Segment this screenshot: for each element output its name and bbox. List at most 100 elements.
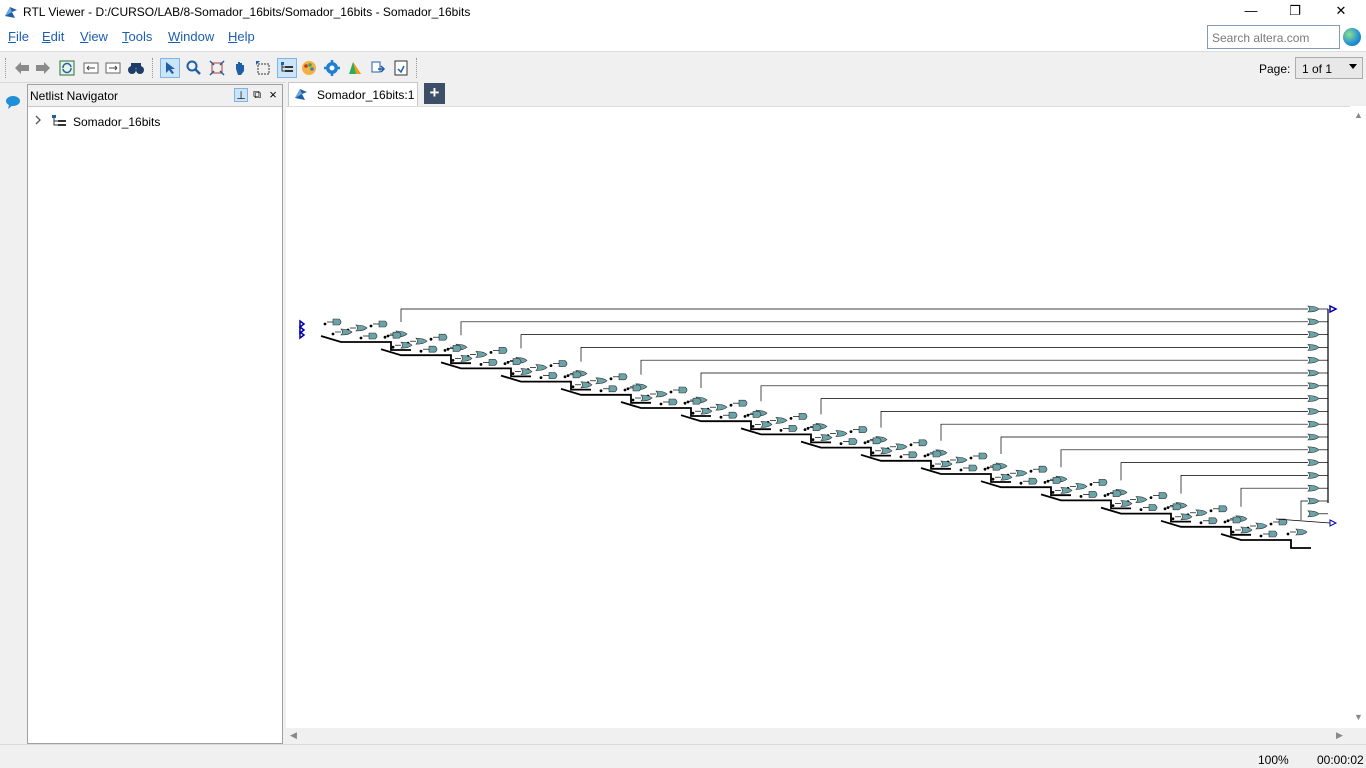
and-gate[interactable] [1232, 516, 1242, 524]
and-gate[interactable] [392, 331, 402, 339]
junction-dot[interactable] [359, 336, 363, 340]
junction-dot[interactable] [959, 468, 963, 472]
junction-dot[interactable] [323, 322, 327, 326]
output-xor-gate[interactable] [1307, 344, 1320, 351]
sum-wire[interactable] [1000, 436, 1308, 454]
xor-gate[interactable] [955, 456, 968, 464]
and-gate[interactable] [1098, 479, 1108, 486]
and-gate[interactable] [1148, 504, 1158, 511]
xor-gate[interactable] [835, 430, 848, 437]
settings-icon[interactable] [322, 58, 342, 78]
input-port[interactable] [299, 330, 306, 340]
junction-dot[interactable] [539, 376, 543, 379]
xor-gate[interactable] [1240, 526, 1253, 534]
xor-gate[interactable] [655, 390, 668, 398]
and-gate[interactable] [728, 411, 738, 419]
sum-wire[interactable] [1300, 500, 1308, 520]
minimize-button[interactable]: — [1228, 0, 1274, 22]
junction-dot[interactable] [1163, 507, 1167, 511]
junction-dot[interactable] [443, 349, 447, 352]
menu-file[interactable]: File [8, 29, 29, 44]
and-gate[interactable] [968, 464, 978, 472]
maximize-button[interactable]: ❐ [1272, 0, 1318, 22]
colors-icon[interactable] [299, 58, 319, 78]
and-gate[interactable] [788, 425, 798, 432]
horizontal-scrollbar[interactable]: ◀ ▶ [286, 728, 1350, 744]
scroll-up-icon[interactable]: ▲ [1354, 110, 1363, 120]
and-gate[interactable] [872, 437, 882, 445]
find-icon[interactable] [126, 58, 146, 78]
xor-gate[interactable] [475, 351, 488, 358]
collapse-icon[interactable] [81, 58, 101, 78]
save-icon[interactable] [391, 58, 411, 78]
menu-help[interactable]: Help [228, 29, 255, 44]
junction-dot[interactable] [803, 428, 807, 431]
and-gate[interactable] [1218, 505, 1228, 513]
junction-dot[interactable] [931, 464, 935, 468]
junction-dot[interactable] [849, 430, 853, 433]
and-gate[interactable] [608, 385, 618, 393]
and-gate[interactable] [908, 451, 918, 459]
and-gate[interactable] [858, 426, 868, 433]
xor-gate[interactable] [1060, 487, 1073, 494]
junction-dot[interactable] [789, 417, 793, 420]
and-gate[interactable] [1112, 490, 1122, 497]
junction-dot[interactable] [779, 429, 783, 432]
sum-wire[interactable] [1120, 462, 1308, 481]
junction-dot[interactable] [1269, 522, 1273, 526]
and-gate[interactable] [798, 413, 808, 420]
sum-wire[interactable] [940, 423, 1308, 441]
fit-icon[interactable] [207, 58, 227, 78]
and-gate[interactable] [1208, 517, 1218, 525]
junction-dot[interactable] [909, 443, 913, 447]
and-gate[interactable] [558, 360, 568, 367]
and-gate[interactable] [1028, 477, 1038, 485]
scroll-left-icon[interactable]: ◀ [290, 730, 297, 741]
page-select[interactable]: 1 of 1 [1295, 57, 1363, 79]
netlist-icon[interactable] [277, 58, 297, 78]
junction-dot[interactable] [969, 456, 973, 460]
expand-icon[interactable] [103, 58, 123, 78]
junction-dot[interactable] [691, 411, 695, 415]
close-icon[interactable]: × [266, 88, 280, 102]
output-port[interactable] [1329, 519, 1338, 527]
xor-gate[interactable] [895, 443, 908, 451]
tab-somador-16bits[interactable]: Somador_16bits:1 [288, 82, 418, 106]
junction-dot[interactable] [383, 335, 387, 339]
junction-dot[interactable] [571, 385, 575, 389]
pin-icon[interactable]: ⊥ [234, 88, 248, 102]
xor-gate[interactable] [1255, 522, 1268, 530]
output-xor-gate[interactable] [1307, 472, 1320, 479]
output-xor-gate[interactable] [1307, 331, 1320, 338]
and-gate[interactable] [738, 399, 748, 407]
junction-dot[interactable] [429, 337, 433, 341]
and-gate[interactable] [1088, 491, 1098, 498]
and-gate[interactable] [488, 359, 498, 366]
output-xor-gate[interactable] [1307, 395, 1320, 402]
and-gate[interactable] [572, 371, 582, 379]
xor-gate[interactable] [760, 421, 773, 428]
select-icon[interactable] [160, 58, 180, 78]
junction-dot[interactable] [871, 451, 875, 455]
add-tab-button[interactable]: + [424, 83, 445, 104]
toolbar-grip[interactable] [5, 58, 8, 78]
junction-dot[interactable] [1079, 495, 1083, 498]
sum-wire[interactable] [400, 308, 1308, 322]
junction-dot[interactable] [863, 441, 867, 445]
xor-gate[interactable] [940, 460, 953, 468]
rtl-schematic[interactable] [286, 107, 1350, 729]
junction-dot[interactable] [743, 415, 747, 418]
junction-dot[interactable] [1209, 509, 1213, 513]
and-gate[interactable] [548, 372, 558, 379]
junction-dot[interactable] [1029, 469, 1033, 473]
output-port[interactable] [1329, 304, 1338, 314]
junction-dot[interactable] [599, 389, 603, 393]
and-gate[interactable] [812, 424, 822, 431]
junction-dot[interactable] [1223, 520, 1227, 524]
menu-tools[interactable]: Tools [122, 29, 152, 44]
junction-dot[interactable] [609, 377, 613, 381]
and-gate[interactable] [678, 386, 688, 394]
and-gate[interactable] [692, 397, 702, 405]
junction-dot[interactable] [503, 362, 507, 365]
output-xor-gate[interactable] [1307, 510, 1320, 518]
